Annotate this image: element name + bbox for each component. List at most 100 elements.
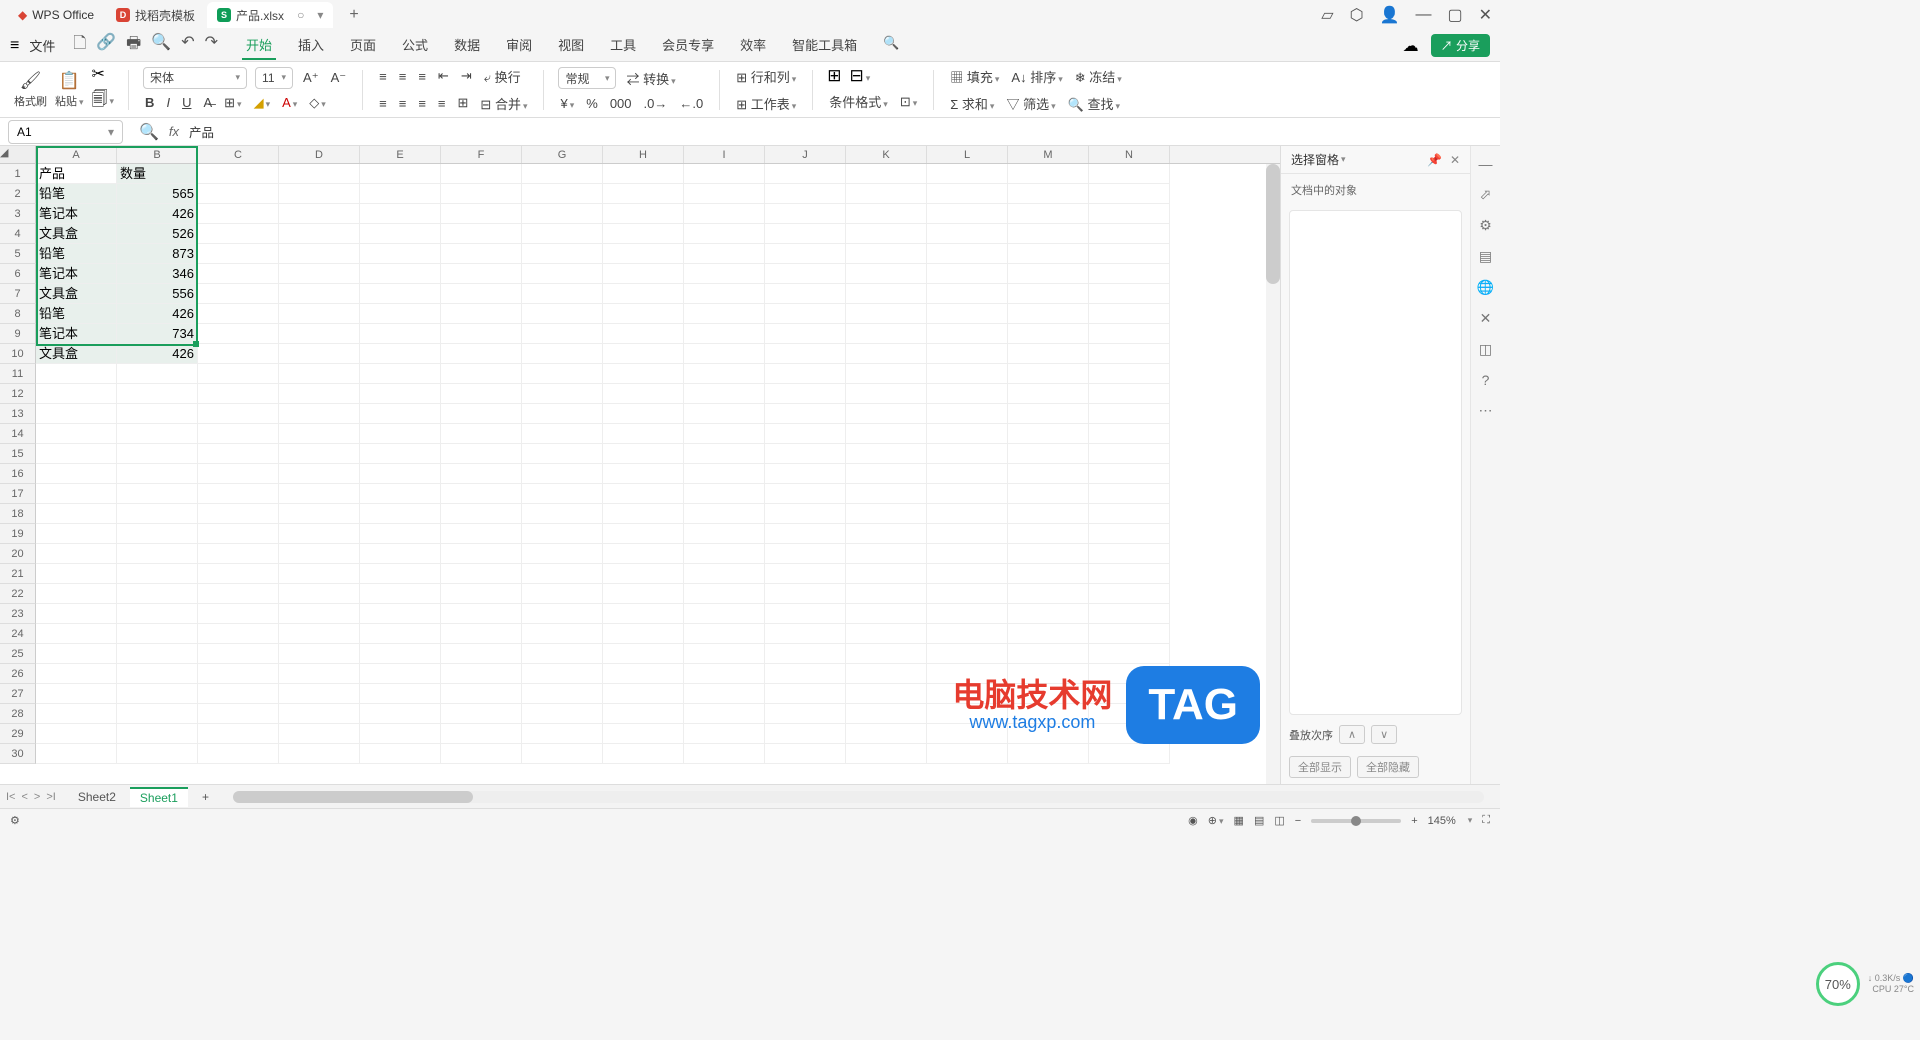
cell[interactable] <box>927 344 1008 364</box>
cell[interactable] <box>36 744 117 764</box>
italic-button[interactable]: I <box>164 93 172 112</box>
tab-page[interactable]: 页面 <box>346 31 380 60</box>
row-header[interactable]: 29 <box>0 724 36 744</box>
cell[interactable] <box>198 704 279 724</box>
cell[interactable]: 产品 <box>36 164 117 184</box>
zoom-in-icon[interactable]: + <box>1411 815 1417 827</box>
format-brush-button[interactable]: 🖌 格式刷 <box>14 71 47 109</box>
scroll-thumb[interactable] <box>233 791 473 803</box>
col-header-C[interactable]: C <box>198 146 279 163</box>
add-tab-button[interactable]: + <box>349 6 358 24</box>
cell[interactable] <box>522 244 603 264</box>
cell[interactable]: 文具盒 <box>36 224 117 244</box>
user-avatar-icon[interactable]: 👤 <box>1380 5 1400 25</box>
cell[interactable] <box>765 224 846 244</box>
tab-insert[interactable]: 插入 <box>294 31 328 60</box>
cell[interactable] <box>441 224 522 244</box>
cell[interactable] <box>198 604 279 624</box>
col-header-E[interactable]: E <box>360 146 441 163</box>
cell[interactable] <box>279 244 360 264</box>
cell[interactable] <box>522 264 603 284</box>
cell[interactable] <box>603 624 684 644</box>
cell[interactable] <box>198 424 279 444</box>
view-break-icon[interactable]: ◫ <box>1274 814 1284 827</box>
cell[interactable] <box>279 224 360 244</box>
cell[interactable] <box>522 544 603 564</box>
cell[interactable] <box>522 604 603 624</box>
cell[interactable] <box>36 684 117 704</box>
cell[interactable] <box>198 464 279 484</box>
cell[interactable] <box>279 384 360 404</box>
cell[interactable] <box>441 204 522 224</box>
cell[interactable] <box>441 564 522 584</box>
cell[interactable] <box>603 584 684 604</box>
cell[interactable] <box>441 604 522 624</box>
cell[interactable] <box>36 404 117 424</box>
cell[interactable] <box>441 384 522 404</box>
horizontal-scrollbar[interactable] <box>233 791 1484 803</box>
cell[interactable] <box>198 744 279 764</box>
cell[interactable]: 873 <box>117 244 198 264</box>
cell[interactable] <box>846 264 927 284</box>
cell[interactable] <box>684 204 765 224</box>
bold-button[interactable]: B <box>143 93 156 112</box>
cell[interactable] <box>1089 604 1170 624</box>
redo-icon[interactable]: ↷ <box>205 32 218 59</box>
cell[interactable] <box>1089 584 1170 604</box>
cell[interactable] <box>927 184 1008 204</box>
cell[interactable] <box>279 484 360 504</box>
row-header[interactable]: 5 <box>0 244 36 264</box>
cell[interactable] <box>522 424 603 444</box>
cursor-icon[interactable]: ⬀ <box>1480 186 1492 203</box>
layers-icon[interactable]: ▤ <box>1479 248 1492 265</box>
cell[interactable] <box>522 724 603 744</box>
cell[interactable] <box>603 364 684 384</box>
cell[interactable] <box>522 564 603 584</box>
cell[interactable] <box>360 664 441 684</box>
cell[interactable] <box>117 664 198 684</box>
cell[interactable] <box>846 364 927 384</box>
cell[interactable] <box>441 504 522 524</box>
percent-icon[interactable]: % <box>584 94 600 113</box>
cell[interactable] <box>117 524 198 544</box>
cell[interactable] <box>36 664 117 684</box>
cell[interactable] <box>279 304 360 324</box>
cell[interactable] <box>441 404 522 424</box>
cell[interactable] <box>1089 624 1170 644</box>
cell[interactable]: 426 <box>117 344 198 364</box>
cell[interactable]: 笔记本 <box>36 324 117 344</box>
cell[interactable] <box>522 204 603 224</box>
cell[interactable] <box>117 384 198 404</box>
print-icon[interactable]: 🖶 <box>126 32 141 59</box>
cell[interactable] <box>765 184 846 204</box>
row-header[interactable]: 24 <box>0 624 36 644</box>
paste-button[interactable]: 📋 粘贴▾ <box>55 71 84 109</box>
cell[interactable] <box>765 584 846 604</box>
cell[interactable] <box>765 164 846 184</box>
cell[interactable] <box>927 164 1008 184</box>
cell[interactable] <box>846 704 927 724</box>
cell[interactable] <box>846 284 927 304</box>
cell[interactable] <box>36 464 117 484</box>
align-left-icon[interactable]: ≡ <box>377 94 389 113</box>
close-tab-icon[interactable]: ▾ <box>317 8 323 22</box>
cell[interactable] <box>1089 464 1170 484</box>
cell[interactable] <box>846 164 927 184</box>
cell[interactable] <box>198 344 279 364</box>
cell[interactable] <box>360 344 441 364</box>
row-header[interactable]: 26 <box>0 664 36 684</box>
col-header-L[interactable]: L <box>927 146 1008 163</box>
cell[interactable] <box>603 164 684 184</box>
cell[interactable] <box>522 464 603 484</box>
styles-dd-icon[interactable]: ⊡▾ <box>898 92 919 112</box>
sheet-tab-1[interactable]: Sheet1 <box>130 787 188 807</box>
cell[interactable] <box>603 444 684 464</box>
cell[interactable] <box>846 564 927 584</box>
cell[interactable] <box>279 204 360 224</box>
cell[interactable] <box>279 364 360 384</box>
row-header[interactable]: 19 <box>0 524 36 544</box>
cell[interactable] <box>684 404 765 424</box>
cell[interactable] <box>360 284 441 304</box>
link-icon[interactable]: 🔗 <box>96 32 116 59</box>
tab-template[interactable]: D 找稻壳模板 <box>106 2 205 28</box>
